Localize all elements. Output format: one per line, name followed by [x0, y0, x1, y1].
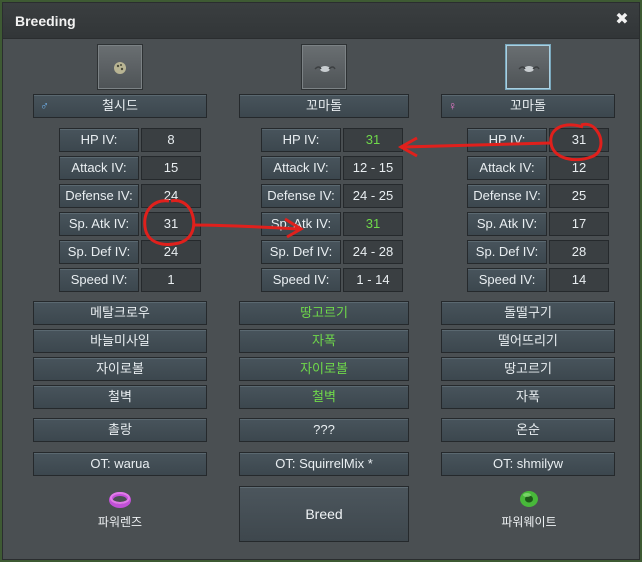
- iv-label-attack: Attack IV:: [261, 156, 341, 180]
- move-button[interactable]: 땅고르기: [239, 301, 409, 325]
- parent-right-name-button[interactable]: ♀ 꼬마돌: [441, 94, 615, 118]
- iv-value-hp: 31: [549, 128, 609, 152]
- iv-value-sp-atk: 31: [343, 212, 403, 236]
- iv-value-hp: 31: [343, 128, 403, 152]
- iv-label-sp-def: Sp. Def IV:: [261, 240, 341, 264]
- parent-left-name-button[interactable]: ♂ 철시드: [33, 94, 207, 118]
- nature-button[interactable]: ???: [239, 418, 409, 442]
- iv-label-hp: HP IV:: [261, 128, 341, 152]
- offspring-slot[interactable]: [301, 44, 347, 90]
- iv-value-sp-atk: 17: [549, 212, 609, 236]
- nature-button[interactable]: 온순: [441, 418, 615, 442]
- iv-value-attack: 12: [549, 156, 609, 180]
- annotation-arrowhead-hp: [397, 136, 418, 158]
- iv-value-defense: 24 - 25: [343, 184, 403, 208]
- iv-label-attack: Attack IV:: [59, 156, 139, 180]
- power-lens-icon: [109, 492, 131, 508]
- move-button[interactable]: 자폭: [441, 385, 615, 409]
- iv-label-attack: Attack IV:: [467, 156, 547, 180]
- iv-value-defense: 24: [141, 184, 201, 208]
- iv-label-sp-atk: Sp. Atk IV:: [261, 212, 341, 236]
- move-button[interactable]: 메탈크로우: [33, 301, 207, 325]
- male-icon: ♂: [40, 99, 49, 113]
- iv-value-sp-def: 24: [141, 240, 201, 264]
- offspring-name: 꼬마돌: [306, 98, 342, 113]
- iv-label-speed: Speed IV:: [59, 268, 139, 292]
- iv-label-hp: HP IV:: [467, 128, 547, 152]
- parent-right-name: 꼬마돌: [510, 98, 546, 113]
- title-bar[interactable]: Breeding ✖: [3, 3, 639, 39]
- nature-button[interactable]: 촐랑: [33, 418, 207, 442]
- breed-button[interactable]: Breed: [239, 486, 409, 542]
- move-button[interactable]: 철벽: [239, 385, 409, 409]
- iv-label-sp-def: Sp. Def IV:: [467, 240, 547, 264]
- held-item-right-name: 파워웨이트: [501, 515, 557, 529]
- move-button[interactable]: 자이로볼: [33, 357, 207, 381]
- iv-label-speed: Speed IV:: [261, 268, 341, 292]
- iv-label-speed: Speed IV:: [467, 268, 547, 292]
- breeding-window: Breeding ✖ ♂ 철시드 꼬마돌 ♀ 꼬마돌 HP IV: 8 Atta…: [2, 2, 640, 560]
- iv-value-speed: 1 - 14: [343, 268, 403, 292]
- parent-left-name: 철시드: [102, 98, 138, 113]
- move-button[interactable]: 자폭: [239, 329, 409, 353]
- female-icon: ♀: [448, 99, 457, 113]
- move-button[interactable]: 자이로볼: [239, 357, 409, 381]
- iv-value-sp-def: 24 - 28: [343, 240, 403, 264]
- iv-value-hp: 8: [141, 128, 201, 152]
- ot-button[interactable]: OT: SquirrelMix *: [239, 452, 409, 476]
- move-button[interactable]: 땅고르기: [441, 357, 615, 381]
- iv-label-sp-atk: Sp. Atk IV:: [467, 212, 547, 236]
- iv-value-speed: 14: [549, 268, 609, 292]
- pokemon-sprite-icon: [114, 62, 126, 74]
- iv-value-attack: 15: [141, 156, 201, 180]
- held-item-right[interactable]: 파워웨이트: [479, 487, 579, 530]
- held-item-left[interactable]: 파워렌즈: [70, 487, 170, 530]
- iv-label-sp-atk: Sp. Atk IV:: [59, 212, 139, 236]
- iv-value-sp-def: 28: [549, 240, 609, 264]
- iv-label-defense: Defense IV:: [59, 184, 139, 208]
- iv-value-sp-atk: 31: [141, 212, 201, 236]
- parent-left-slot[interactable]: [97, 44, 143, 90]
- iv-label-sp-def: Sp. Def IV:: [59, 240, 139, 264]
- move-button[interactable]: 돌떨구기: [441, 301, 615, 325]
- ot-button[interactable]: OT: warua: [33, 452, 207, 476]
- parent-right-slot[interactable]: [505, 44, 551, 90]
- iv-label-defense: Defense IV:: [467, 184, 547, 208]
- close-icon[interactable]: ✖: [613, 11, 631, 29]
- move-button[interactable]: 떨어뜨리기: [441, 329, 615, 353]
- iv-value-speed: 1: [141, 268, 201, 292]
- held-item-left-name: 파워렌즈: [97, 515, 143, 529]
- iv-value-attack: 12 - 15: [343, 156, 403, 180]
- iv-value-defense: 25: [549, 184, 609, 208]
- offspring-name-button[interactable]: 꼬마돌: [239, 94, 409, 118]
- window-title: Breeding: [15, 13, 76, 29]
- move-button[interactable]: 바늘미사일: [33, 329, 207, 353]
- move-button[interactable]: 철벽: [33, 385, 207, 409]
- pokemon-sprite-icon: [518, 66, 540, 72]
- iv-label-hp: HP IV:: [59, 128, 139, 152]
- pokemon-sprite-icon: [314, 66, 336, 72]
- iv-label-defense: Defense IV:: [261, 184, 341, 208]
- power-weight-icon: [520, 491, 538, 507]
- ot-button[interactable]: OT: shmilyw: [441, 452, 615, 476]
